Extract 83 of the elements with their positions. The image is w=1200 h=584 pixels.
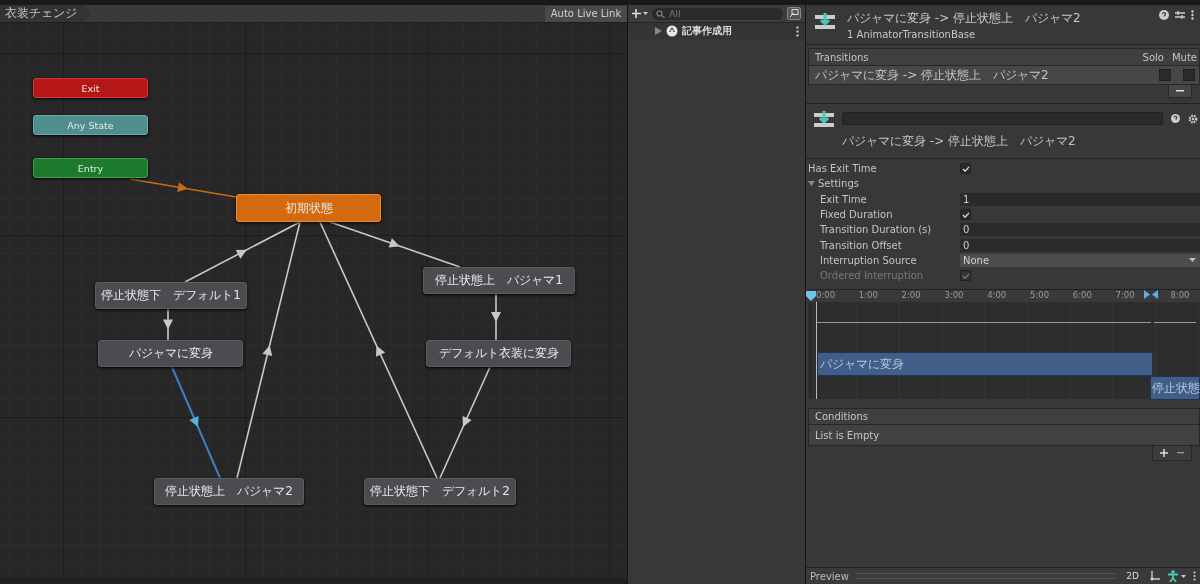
- more-icon[interactable]: [1191, 10, 1194, 20]
- property-label: Exit Time: [819, 193, 868, 205]
- time-tick-label: 8:00: [1170, 290, 1190, 301]
- transition-arrow[interactable]: [236, 221, 301, 479]
- destination-clip[interactable]: 停止状態: [1150, 376, 1200, 401]
- time-tick-label: 1:00: [858, 290, 878, 301]
- property-label: Transition Offset: [819, 239, 903, 251]
- column-header: Mute: [1171, 51, 1197, 63]
- state-node[interactable]: Exit: [33, 78, 148, 98]
- time-tick-label: 2:00: [901, 290, 921, 301]
- transition-row[interactable]: パジャマに変身 -> 停止状態上 パジャマ2: [809, 66, 1199, 84]
- transition-arrow[interactable]: [491, 293, 501, 341]
- checkbox[interactable]: [960, 209, 971, 221]
- solo-checkbox[interactable]: [1159, 69, 1171, 81]
- remove-button[interactable]: [1168, 85, 1192, 98]
- preset-icon[interactable]: [1175, 10, 1185, 20]
- property-label: Interruption Source: [819, 254, 918, 266]
- more-icon[interactable]: [1193, 571, 1196, 581]
- check-icon: [961, 272, 970, 279]
- checkbox[interactable]: [960, 163, 971, 175]
- number-field[interactable]: 1: [960, 192, 1200, 206]
- pivot-icon[interactable]: [1149, 570, 1161, 582]
- breadcrumb-item[interactable]: 衣装チェンジ: [0, 5, 91, 22]
- search-icon: [656, 9, 667, 18]
- settings-foldout[interactable]: Settings: [808, 178, 859, 190]
- scene-icon: [666, 25, 679, 37]
- number-field[interactable]: 0: [960, 223, 1200, 237]
- help-icon[interactable]: [1159, 10, 1169, 20]
- hierarchy-item[interactable]: 記事作成用: [628, 23, 805, 39]
- transition-arrow[interactable]: [439, 366, 491, 479]
- column-header: Solo: [1142, 51, 1164, 63]
- state-node[interactable]: 停止状態上 パジャマ1: [423, 267, 575, 294]
- preview-label: Preview: [810, 570, 849, 582]
- time-tick-label: 7:00: [1115, 290, 1135, 301]
- plus-icon: [1160, 449, 1168, 458]
- state-node[interactable]: デフォルト衣装に変身: [426, 340, 571, 367]
- transition-icon: [815, 13, 835, 31]
- transition-label: パジャマに変身 -> 停止状態上 パジャマ2: [815, 66, 1050, 84]
- time-tick-label: 0:00: [816, 290, 836, 301]
- conditions-header: Conditions: [809, 409, 1199, 426]
- foldout-arrow-icon[interactable]: [808, 180, 815, 188]
- state-node[interactable]: パジャマに変身: [98, 340, 243, 367]
- avatar-icon[interactable]: [1167, 570, 1187, 582]
- inspector-title: パジャマに変身 -> 停止状態上 パジャマ2: [847, 10, 1082, 27]
- transition-arrow[interactable]: [163, 308, 173, 341]
- number-field[interactable]: 0: [960, 238, 1200, 252]
- dropdown[interactable]: None: [960, 253, 1200, 267]
- add-dropdown-button[interactable]: [632, 8, 649, 19]
- transition-marker-icon[interactable]: [1144, 290, 1158, 300]
- state-node[interactable]: Entry: [33, 158, 148, 178]
- minus-icon: [1176, 452, 1184, 455]
- auto-live-link-button[interactable]: Auto Live Link: [544, 5, 628, 22]
- property-label: Fixed Duration: [819, 209, 894, 221]
- transition-arrow[interactable]: [329, 221, 461, 268]
- empty-list-text: List is Empty: [815, 429, 880, 441]
- check-icon: [961, 211, 970, 218]
- transition-icon: [814, 111, 834, 129]
- property-label: Has Exit Time: [808, 163, 878, 175]
- property-label: Transition Duration (s): [819, 224, 933, 236]
- time-tick-label: 4:00: [987, 290, 1007, 301]
- transition-timeline[interactable]: 0:00 1:00 2:00 3:00 4:00 5:00 6:00 7:00 8:00 パジャマに変身 停止状態: [808, 289, 1200, 400]
- mute-checkbox[interactable]: [1183, 69, 1195, 81]
- source-clip[interactable]: パジャマに変身: [817, 352, 1153, 377]
- settings-icon[interactable]: [1188, 113, 1198, 124]
- time-tick-label: 3:00: [944, 290, 964, 301]
- time-tick-label: 6:00: [1072, 290, 1092, 301]
- expand-arrow-icon[interactable]: [655, 27, 663, 35]
- transition-name: パジャマに変身 -> 停止状態上 パジャマ2: [842, 133, 1076, 150]
- state-node[interactable]: 停止状態上 パジャマ2: [154, 478, 304, 505]
- add-button[interactable]: [1159, 448, 1169, 459]
- check-icon: [961, 165, 970, 172]
- state-node[interactable]: 停止状態下 デフォルト2: [364, 478, 516, 505]
- help-icon[interactable]: [1171, 114, 1180, 123]
- time-tick-label: 5:00: [1030, 290, 1050, 301]
- inspector-subtitle: 1 AnimatorTransitionBase: [847, 29, 977, 40]
- property-label: Ordered Interruption: [819, 270, 925, 282]
- search-field[interactable]: All: [652, 7, 783, 20]
- minus-icon: [1176, 90, 1184, 92]
- more-icon[interactable]: [796, 25, 799, 37]
- caret-icon: [1189, 258, 1196, 263]
- state-node[interactable]: 停止状態下 デフォルト1: [95, 282, 247, 309]
- list-header: Transitions: [815, 51, 870, 63]
- transition-arrow[interactable]: [184, 221, 301, 283]
